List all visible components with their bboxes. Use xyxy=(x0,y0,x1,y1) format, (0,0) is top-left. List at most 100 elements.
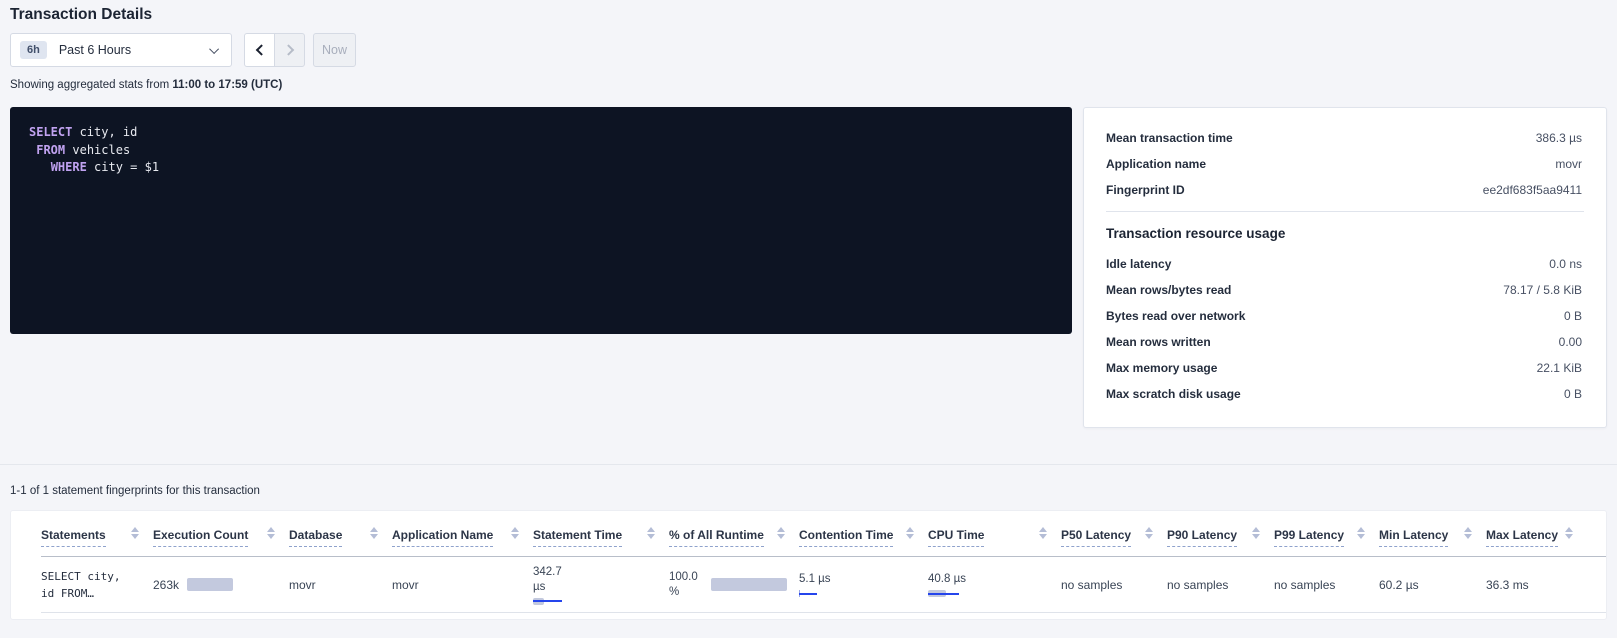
sort-icon[interactable] xyxy=(647,527,655,539)
statement-time-bar xyxy=(533,598,661,605)
sort-icon[interactable] xyxy=(906,527,914,539)
column-header-p99-latency[interactable]: P99 Latency xyxy=(1274,511,1379,556)
summary-label: Mean transaction time xyxy=(1106,131,1233,145)
column-header-label[interactable]: P99 Latency xyxy=(1274,528,1344,547)
summary-value: 0 B xyxy=(1564,387,1582,401)
column-header-p90-latency[interactable]: P90 Latency xyxy=(1167,511,1274,556)
aggregation-note: Showing aggregated stats from 11:00 to 1… xyxy=(10,79,282,91)
column-header-label[interactable]: Application Name xyxy=(392,528,493,547)
sort-icon[interactable] xyxy=(267,527,275,539)
summary-label: Application name xyxy=(1106,157,1206,171)
summary-value: movr xyxy=(1555,157,1582,171)
column-header-label[interactable]: Statements xyxy=(41,528,106,547)
summary-value: 22.1 KiB xyxy=(1537,361,1582,375)
now-button[interactable]: Now xyxy=(313,33,356,67)
column-header-database[interactable]: Database xyxy=(289,511,392,556)
sort-down-arrow xyxy=(370,534,378,539)
sort-icon[interactable] xyxy=(1357,527,1365,539)
sort-icon[interactable] xyxy=(777,527,785,539)
sort-icon[interactable] xyxy=(511,527,519,539)
sort-icon[interactable] xyxy=(1039,527,1047,539)
sort-down-arrow xyxy=(1464,534,1472,539)
summary-label: Bytes read over network xyxy=(1106,309,1245,323)
cell-cpu-time: 40.8 µs xyxy=(928,572,1061,597)
sort-up-arrow xyxy=(131,527,139,532)
column-header-label[interactable]: % of All Runtime xyxy=(669,528,764,547)
cell-application-name: movr xyxy=(392,578,533,592)
aggregation-note-prefix: Showing aggregated stats from xyxy=(10,79,172,91)
cell-max-latency: 36.3 ms xyxy=(1486,578,1607,592)
sort-icon[interactable] xyxy=(1145,527,1153,539)
chevron-left-icon xyxy=(255,44,266,55)
column-header--of-all-runtime[interactable]: % of All Runtime xyxy=(669,511,799,556)
pct-runtime-bar xyxy=(711,578,787,591)
column-header-label[interactable]: Execution Count xyxy=(153,528,248,547)
column-header-max-latency[interactable]: Max Latency xyxy=(1486,511,1607,556)
sort-icon[interactable] xyxy=(1464,527,1472,539)
summary-value: 0.0 ns xyxy=(1549,257,1582,271)
column-header-label[interactable]: Contention Time xyxy=(799,528,893,547)
sort-icon[interactable] xyxy=(1565,527,1573,539)
sort-icon[interactable] xyxy=(370,527,378,539)
column-header-statements[interactable]: Statements xyxy=(41,511,153,556)
column-header-p50-latency[interactable]: P50 Latency xyxy=(1061,511,1167,556)
column-header-statement-time[interactable]: Statement Time xyxy=(533,511,669,556)
column-header-cpu-time[interactable]: CPU Time xyxy=(928,511,1061,556)
column-header-min-latency[interactable]: Min Latency xyxy=(1379,511,1486,556)
sort-up-arrow xyxy=(1039,527,1047,532)
contention-bar-mean xyxy=(799,593,817,595)
column-header-label[interactable]: Database xyxy=(289,528,342,547)
sort-down-arrow xyxy=(1252,534,1260,539)
summary-row: Idle latency 0.0 ns xyxy=(1106,251,1582,277)
cell-statement[interactable]: SELECT city, id FROM… xyxy=(41,568,153,602)
transaction-summary-panel: Mean transaction time386.3 µsApplication… xyxy=(1083,107,1607,428)
column-header-label[interactable]: Statement Time xyxy=(533,528,622,547)
summary-label: Max scratch disk usage xyxy=(1106,387,1241,401)
summary-row: Bytes read over network 0 B xyxy=(1106,303,1582,329)
cell-database[interactable]: movr xyxy=(289,578,392,592)
summary-row: Mean rows/bytes read78.17 / 5.8 KiB xyxy=(1106,277,1582,303)
cell-contention-time: 5.1 µs xyxy=(799,572,928,597)
time-range-dropdown[interactable]: 6h Past 6 Hours xyxy=(10,33,232,67)
summary-value: 0.00 xyxy=(1559,335,1582,349)
column-header-label[interactable]: P90 Latency xyxy=(1167,528,1237,547)
sort-down-arrow xyxy=(511,534,519,539)
summary-divider xyxy=(1106,211,1584,212)
transaction-details-page: Transaction Details 6h Past 6 Hours Now … xyxy=(0,0,1617,638)
sort-down-arrow xyxy=(906,534,914,539)
statements-count-caption: 1-1 of 1 statement fingerprints for this… xyxy=(10,485,260,497)
sort-icon[interactable] xyxy=(1252,527,1260,539)
cell-min-latency: 60.2 µs xyxy=(1379,578,1486,592)
sort-up-arrow xyxy=(370,527,378,532)
resource-usage-heading: Transaction resource usage xyxy=(1106,226,1582,241)
column-header-contention-time[interactable]: Contention Time xyxy=(799,511,928,556)
column-header-label[interactable]: CPU Time xyxy=(928,528,984,547)
column-header-label[interactable]: P50 Latency xyxy=(1061,528,1131,547)
column-header-execution-count[interactable]: Execution Count xyxy=(153,511,289,556)
next-time-button[interactable] xyxy=(274,33,305,67)
prev-time-button[interactable] xyxy=(244,33,275,67)
contention-time-bar xyxy=(799,590,920,597)
sort-down-arrow xyxy=(267,534,275,539)
column-header-label[interactable]: Min Latency xyxy=(1379,528,1448,547)
summary-label: Idle latency xyxy=(1106,257,1171,271)
column-header-label[interactable]: Max Latency xyxy=(1486,528,1558,547)
summary-row: Application name movr xyxy=(1106,151,1582,177)
column-header-application-name[interactable]: Application Name xyxy=(392,511,533,556)
sort-up-arrow xyxy=(777,527,785,532)
sort-down-arrow xyxy=(647,534,655,539)
section-divider xyxy=(0,464,1617,465)
summary-label: Fingerprint ID xyxy=(1106,183,1185,197)
sort-up-arrow xyxy=(511,527,519,532)
statement-time-bar-mean xyxy=(533,600,562,602)
summary-value: 0 B xyxy=(1564,309,1582,323)
sort-up-arrow xyxy=(906,527,914,532)
summary-label: Mean rows written xyxy=(1106,335,1211,349)
summary-row: Fingerprint IDee2df683f5aa9411 xyxy=(1106,177,1582,203)
sort-up-arrow xyxy=(1252,527,1260,532)
cell-pct-runtime: 100.0 % xyxy=(669,570,799,600)
summary-overview-rows: Mean transaction time386.3 µsApplication… xyxy=(1106,125,1582,203)
page-title: Transaction Details xyxy=(10,6,152,24)
summary-row: Max scratch disk usage 0 B xyxy=(1106,381,1582,407)
sort-icon[interactable] xyxy=(131,527,139,539)
